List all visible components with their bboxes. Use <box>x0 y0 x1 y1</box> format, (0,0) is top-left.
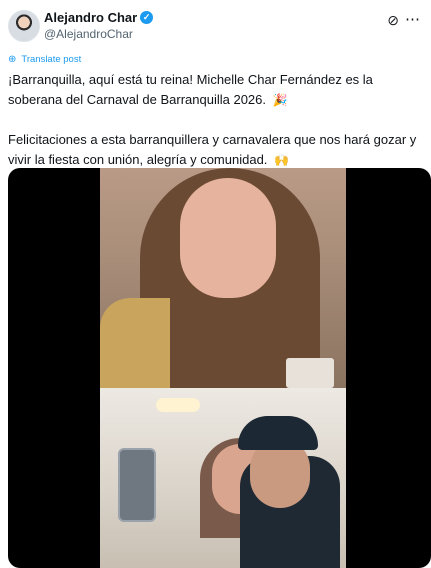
video-lamp <box>156 398 200 412</box>
author-name-row[interactable]: Alejandro Char ✓ <box>44 10 154 25</box>
author-name[interactable]: Alejandro Char <box>44 10 137 25</box>
author-handle[interactable]: @AlejandroChar <box>44 27 133 41</box>
grok-icon[interactable]: ⊘ <box>387 12 399 29</box>
translate-post-label[interactable]: Translate post <box>21 54 81 65</box>
video-person-face <box>180 178 276 298</box>
raising-hands-emoji: 🙌 <box>274 153 289 167</box>
tweet-paragraph-2: Felicitaciones a esta barranquillera y c… <box>8 130 426 170</box>
tweet-paragraph-2-text: Felicitaciones a esta barranquillera y c… <box>8 132 417 167</box>
video-person-shoulder <box>100 298 170 388</box>
video-frame-bottom <box>100 388 346 568</box>
verified-badge-icon: ✓ <box>140 11 154 24</box>
video-phone <box>118 448 156 522</box>
translate-post-link[interactable]: ⊕ Translate post <box>8 54 81 65</box>
video-pip-thumbnail <box>286 358 334 388</box>
globe-icon: ⊕ <box>8 54 17 65</box>
more-options-icon[interactable]: ⋯ <box>405 10 421 28</box>
video-person-3-cap <box>238 416 318 450</box>
video-frame-top <box>100 168 346 388</box>
party-popper-emoji: 🎉 <box>272 93 288 107</box>
tweet-paragraph-1: ¡Barranquilla, aquí está tu reina! Miche… <box>8 70 426 110</box>
post-header: Alejandro Char ✓ @AlejandroChar ⊘ ⋯ <box>8 8 423 44</box>
video-media[interactable] <box>8 168 431 568</box>
tweet-paragraph-1-text: ¡Barranquilla, aquí está tu reina! Miche… <box>8 72 373 107</box>
avatar[interactable] <box>8 10 40 42</box>
